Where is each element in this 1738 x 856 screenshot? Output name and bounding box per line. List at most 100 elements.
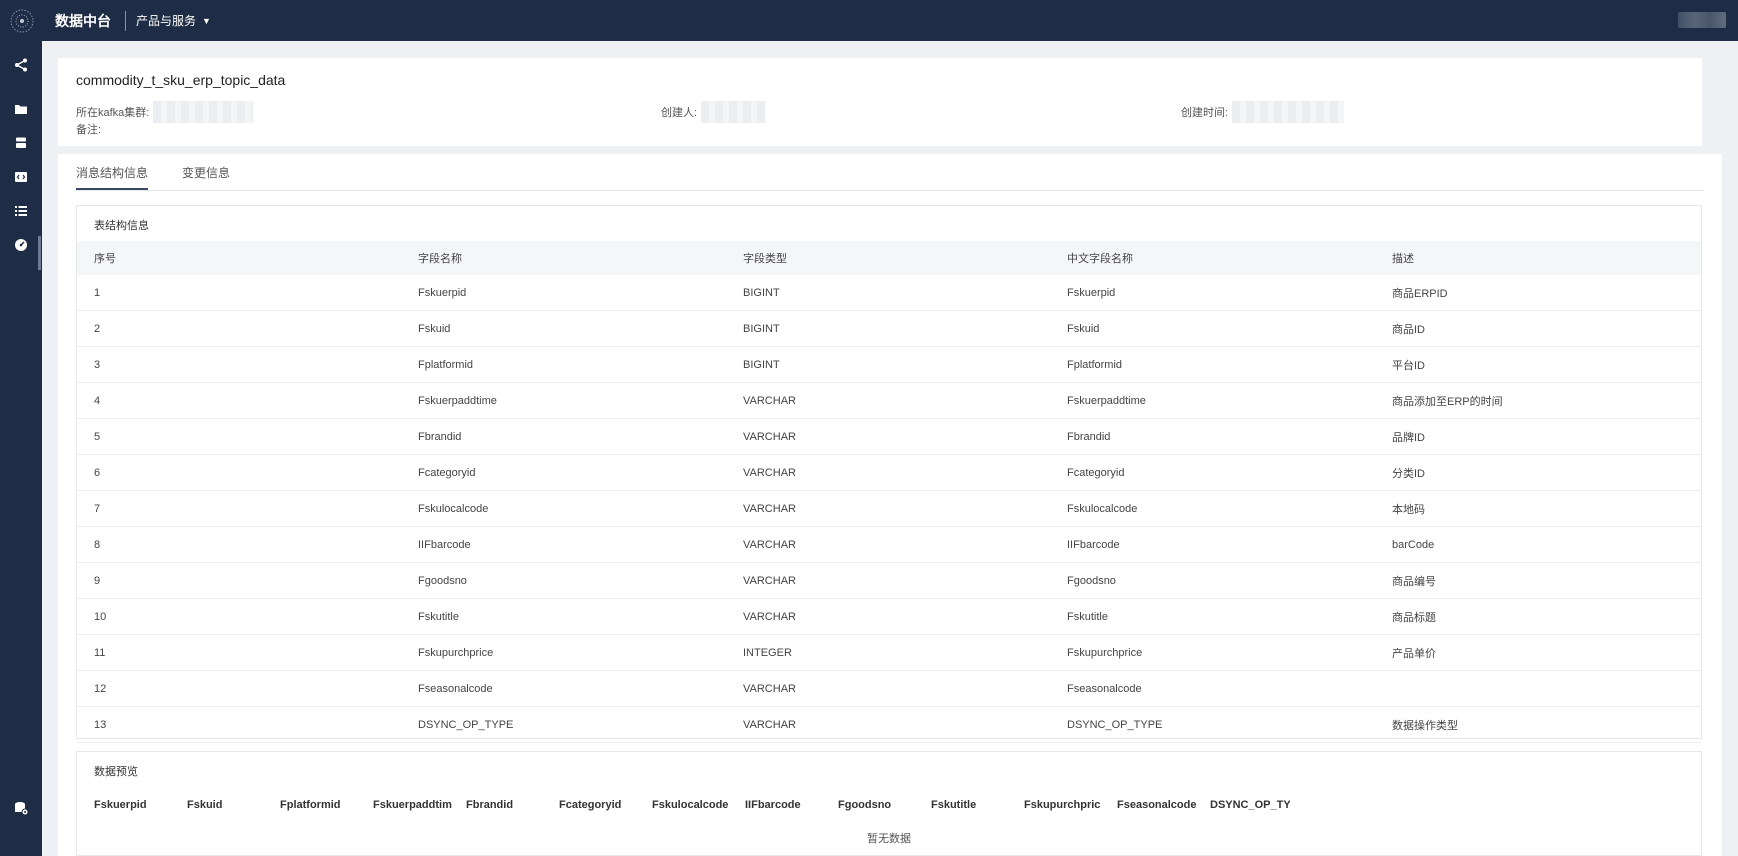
preview-col-header: Fbrandid: [466, 799, 514, 811]
sidebar-item-code[interactable]: [0, 162, 42, 192]
cell-field-type: INTEGER: [743, 646, 792, 659]
kafka-cluster-label: 所在kafka集群:: [76, 107, 150, 119]
cell-field-type: BIGINT: [743, 286, 780, 299]
kafka-cluster-value-redacted: [153, 101, 254, 123]
code-icon: [15, 172, 27, 182]
schema-panel: 表结构信息 序号 字段名称 字段类型 中文字段名称 描述 1 Fskuerpid B…: [76, 205, 1702, 743]
dashboard-icon: [15, 239, 27, 251]
products-services-label: 产品与服务: [136, 14, 197, 28]
logo-icon: [10, 9, 34, 32]
table-row: 10 Fskutitle VARCHAR Fskutitle 商品标题: [77, 599, 1701, 635]
cell-description: 品牌ID: [1392, 431, 1425, 444]
sidebar-item-database[interactable]: [0, 128, 42, 158]
cell-cn-field-name: Fskutitle: [1067, 610, 1108, 623]
database-settings-icon: [15, 802, 29, 816]
cell-field-name: Fskutitle: [418, 610, 459, 623]
sidebar: [0, 41, 42, 856]
creator-field: 创建人:: [661, 101, 766, 123]
cell-field-name: Fskuerpaddtime: [418, 394, 497, 407]
cell-field-name: Fskuid: [418, 322, 451, 335]
cell-field-type: VARCHAR: [743, 394, 796, 407]
cell-description: barCode: [1392, 538, 1435, 551]
cell-field-name: Fgoodsno: [418, 574, 467, 587]
user-avatar[interactable]: [1678, 12, 1726, 28]
divider: [125, 10, 126, 31]
list-icon: [15, 206, 27, 216]
tabs-divider: [76, 190, 1704, 191]
cell-cn-field-name: Fgoodsno: [1067, 574, 1116, 587]
cell-index: 5: [94, 430, 101, 443]
preview-col-header: Fcategoryid: [559, 799, 622, 811]
topic-name: commodity_t_sku_erp_topic_data: [76, 72, 286, 88]
cell-cn-field-name: Fskulocalcode: [1067, 502, 1138, 515]
remark-field: 备注:: [76, 121, 101, 137]
cell-index: 8: [94, 538, 101, 551]
tab-bar: 消息结构信息 变更信息: [76, 154, 264, 190]
sidebar-item-dashboard[interactable]: [0, 230, 42, 260]
schema-panel-title: 表结构信息: [94, 220, 149, 232]
cell-field-name: Fskulocalcode: [418, 502, 489, 515]
col-header-description: 描述: [1392, 253, 1414, 265]
topic-info-card: commodity_t_sku_erp_topic_data 所在kafka集群…: [58, 58, 1702, 146]
preview-col-header: Fskuid: [187, 799, 223, 811]
table-row: 8 IIFbarcode VARCHAR IIFbarcode barCode: [77, 527, 1701, 563]
preview-col-header: Fseasonalcode: [1117, 799, 1197, 811]
cell-field-type: VARCHAR: [743, 574, 796, 587]
col-header-cn-field-name: 中文字段名称: [1067, 253, 1133, 265]
creator-value-redacted: [701, 101, 766, 123]
preview-col-header: Fskuerpid: [94, 799, 147, 811]
cell-index: 11: [94, 646, 106, 659]
kafka-cluster-field: 所在kafka集群:: [76, 101, 254, 123]
preview-header-row: Fskuerpid Fskuid Fplatformid Fskuerpaddtim F…: [77, 788, 1701, 822]
preview-col-header: Fgoodsno: [838, 799, 892, 811]
cell-description: 产品单价: [1392, 647, 1436, 660]
data-preview-panel: 数据预览 Fskuerpid Fskuid Fplatformid Fskuerpad…: [76, 751, 1702, 856]
table-row: 7 Fskulocalcode VARCHAR Fskulocalcode 本地码: [77, 491, 1701, 527]
sidebar-item-database-settings[interactable]: [0, 793, 42, 823]
cell-field-type: VARCHAR: [743, 682, 796, 695]
table-header-row: 序号 字段名称 字段类型 中文字段名称 描述: [77, 241, 1701, 275]
brand-title: 数据中台: [55, 12, 111, 29]
logo[interactable]: [0, 0, 44, 41]
cell-field-name: IIFbarcode: [418, 538, 471, 551]
cell-index: 13: [94, 718, 107, 731]
table-row: 9 Fgoodsno VARCHAR Fgoodsno 商品编号: [77, 563, 1701, 599]
cell-cn-field-name: Fskuerpaddtime: [1067, 394, 1146, 407]
sidebar-item-list[interactable]: [0, 196, 42, 226]
col-header-field-type: 字段类型: [743, 253, 787, 265]
cell-field-name: DSYNC_OP_TYPE: [418, 718, 514, 731]
table-row: 13 DSYNC_OP_TYPE VARCHAR DSYNC_OP_TYPE 数据操作类…: [77, 707, 1701, 743]
main-card: 消息结构信息 变更信息 表结构信息 序号 字段名称 字段类型 中文字段名称 描述…: [58, 154, 1722, 856]
cell-field-name: Fcategoryid: [418, 466, 476, 479]
products-services-menu[interactable]: 产品与服务 ▼: [136, 12, 211, 29]
caret-down-icon: ▼: [202, 15, 211, 26]
cell-cn-field-name: Fseasonalcode: [1067, 682, 1142, 695]
created-time-value-redacted: [1232, 101, 1345, 123]
creator-label: 创建人:: [661, 107, 698, 119]
cell-description: 分类ID: [1392, 467, 1425, 480]
table-row: 1 Fskuerpid BIGINT Fskuerpid 商品ERPID: [77, 275, 1701, 311]
cell-description: 商品标题: [1392, 611, 1436, 624]
cell-field-name: Fbrandid: [418, 430, 462, 443]
cell-cn-field-name: DSYNC_OP_TYPE: [1067, 718, 1163, 731]
created-time-field: 创建时间:: [1181, 101, 1345, 123]
tab-change-info[interactable]: 变更信息: [182, 154, 230, 190]
cell-field-type: VARCHAR: [743, 502, 796, 515]
share-icon: [15, 58, 27, 72]
cell-index: 12: [94, 682, 107, 695]
preview-col-header: Fskuerpaddtim: [373, 799, 452, 811]
database-icon: [16, 137, 26, 148]
cell-field-name: Fplatformid: [418, 358, 474, 371]
preview-col-header: IIFbarcode: [745, 799, 801, 811]
cell-cn-field-name: IIFbarcode: [1067, 538, 1120, 551]
table-row: 2 Fskuid BIGINT Fskuid 商品ID: [77, 311, 1701, 347]
cell-description: 本地码: [1392, 503, 1425, 516]
preview-col-header: Fskutitle: [931, 799, 977, 811]
data-preview-title: 数据预览: [94, 766, 138, 778]
sidebar-item-share[interactable]: [0, 50, 42, 80]
cell-field-type: VARCHAR: [743, 718, 796, 731]
tab-message-structure[interactable]: 消息结构信息: [76, 154, 149, 190]
preview-col-header: Fskupurchpric: [1024, 799, 1101, 811]
remark-label: 备注:: [76, 124, 102, 136]
sidebar-item-folder[interactable]: [0, 94, 42, 124]
